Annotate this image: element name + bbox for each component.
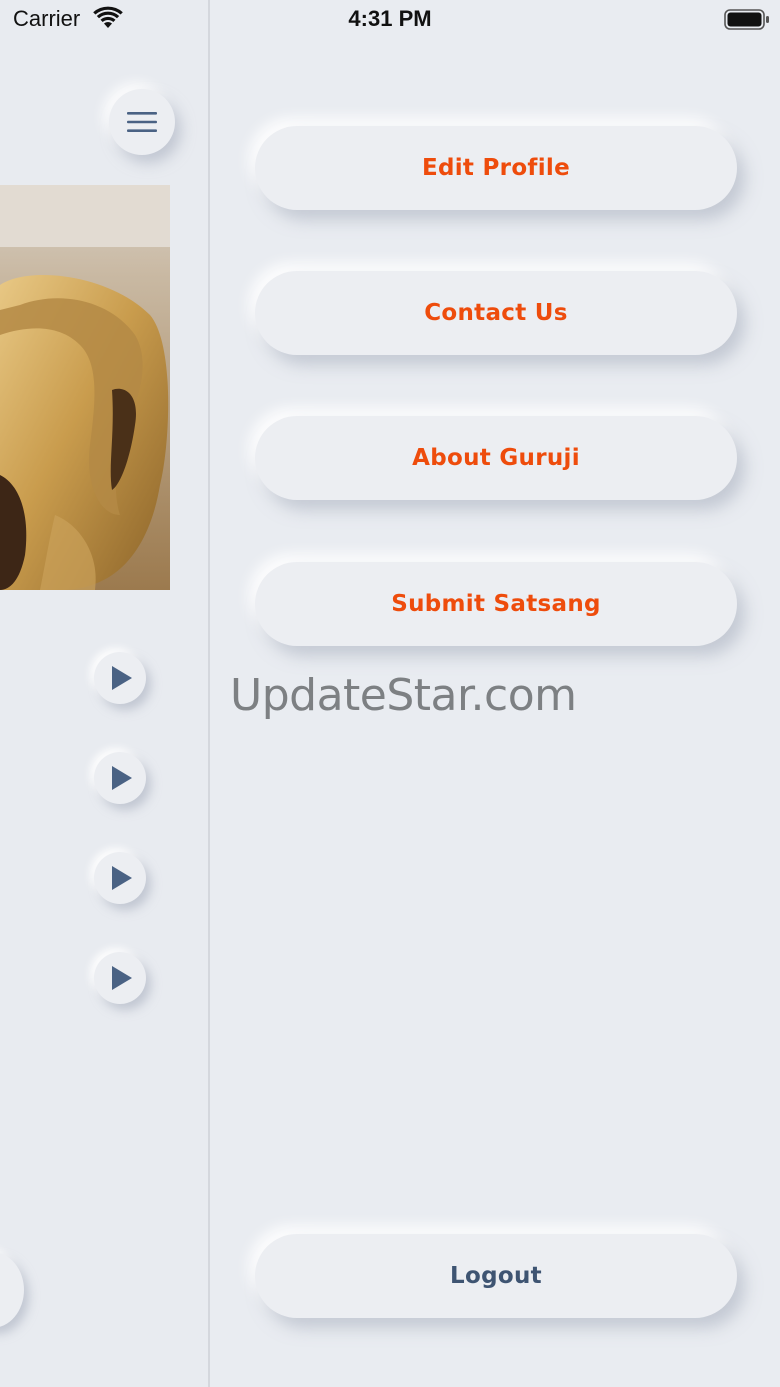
hamburger-icon bbox=[127, 112, 157, 132]
status-time: 4:31 PM bbox=[348, 6, 432, 31]
app-screen: Edit Profile Contact Us About Guruji Sub… bbox=[0, 0, 780, 1387]
menu-button[interactable] bbox=[109, 89, 175, 155]
home-panel bbox=[0, 0, 208, 1387]
play-icon bbox=[112, 666, 132, 690]
submit-satsang-button[interactable]: Submit Satsang bbox=[255, 562, 737, 646]
play-button[interactable] bbox=[94, 852, 146, 904]
status-bar: Carrier 4:31 PM bbox=[0, 0, 780, 40]
about-guruji-button[interactable]: About Guruji bbox=[255, 416, 737, 500]
play-icon bbox=[112, 966, 132, 990]
edit-profile-button[interactable]: Edit Profile bbox=[255, 126, 737, 210]
play-button[interactable] bbox=[94, 752, 146, 804]
play-icon bbox=[112, 766, 132, 790]
partial-round-button[interactable] bbox=[0, 1252, 24, 1328]
contact-us-button[interactable]: Contact Us bbox=[255, 271, 737, 355]
play-button[interactable] bbox=[94, 652, 146, 704]
play-icon bbox=[112, 866, 132, 890]
logout-button[interactable]: Logout bbox=[255, 1234, 737, 1318]
hero-image bbox=[0, 185, 170, 590]
watermark-text: UpdateStar.com bbox=[230, 670, 577, 721]
play-button[interactable] bbox=[94, 952, 146, 1004]
side-drawer: Edit Profile Contact Us About Guruji Sub… bbox=[208, 0, 780, 1387]
battery-icon bbox=[724, 9, 769, 30]
